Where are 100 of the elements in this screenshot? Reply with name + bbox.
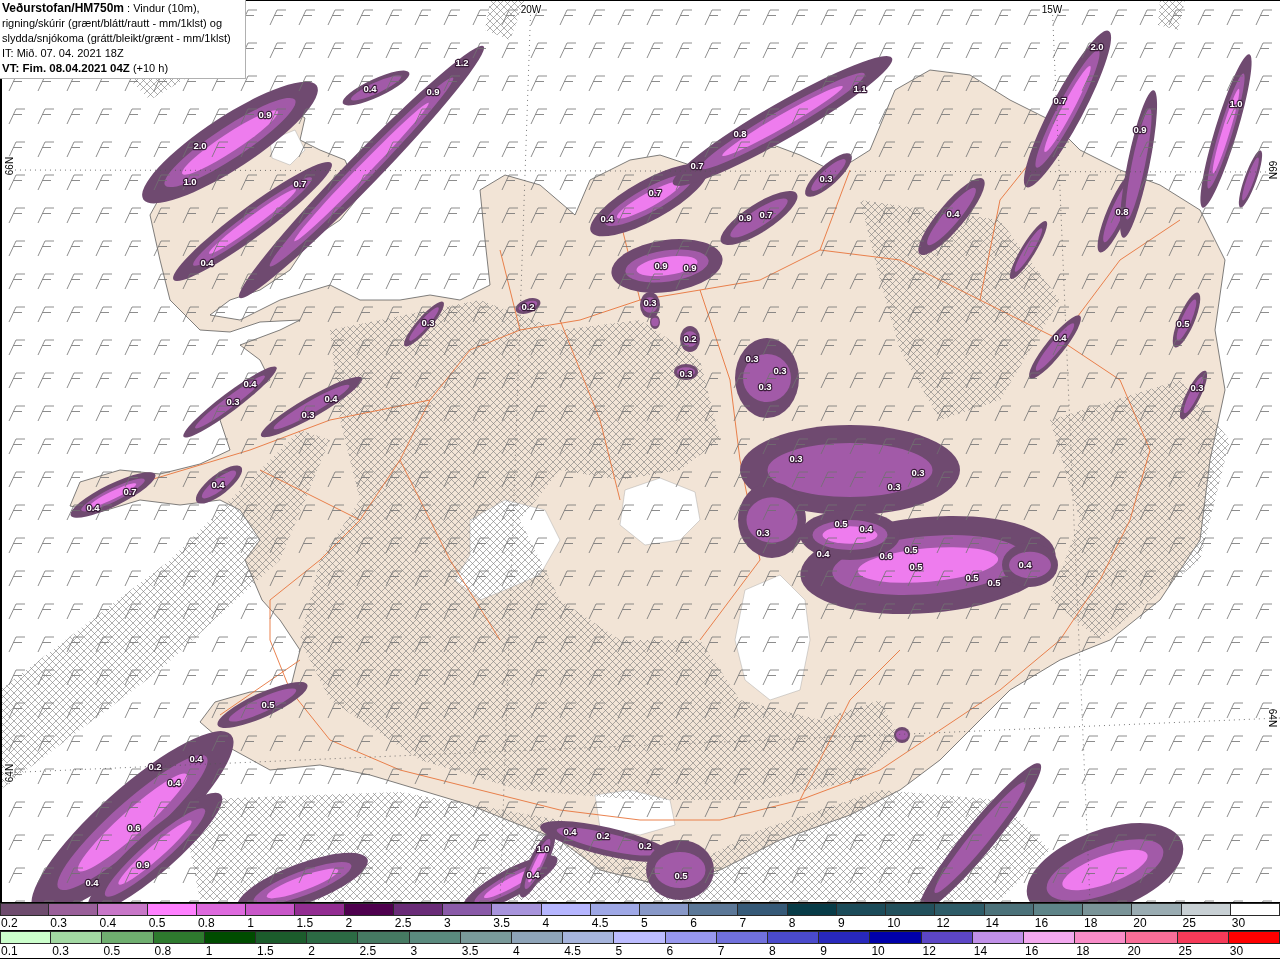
precipitation-value: 0.4 <box>243 377 257 389</box>
precipitation-value: 0.3 <box>421 316 435 328</box>
legend-label: 4.5 <box>590 916 609 930</box>
grid-label: 20W <box>520 3 542 15</box>
legend-label: 0.8 <box>196 916 215 930</box>
precipitation-value: 0.4 <box>211 478 225 490</box>
precipitation-value: 0.3 <box>1190 381 1204 393</box>
precipitation-value: 0.5 <box>904 543 918 555</box>
precipitation-value: 0.7 <box>690 159 704 171</box>
legend-label: 16 <box>1033 916 1049 930</box>
precipitation-value: 0.3 <box>911 466 925 478</box>
legend-label: 7 <box>716 944 725 958</box>
precipitation-value: 0.5 <box>834 517 848 529</box>
legend-label: 9 <box>819 944 827 958</box>
precipitation-value: 0.4 <box>200 256 214 268</box>
precipitation-value: 0.7 <box>123 485 137 497</box>
legend-label: 25 <box>1177 944 1192 958</box>
precipitation-value: 0.4 <box>167 776 181 788</box>
precipitation-value: 0.4 <box>86 501 100 513</box>
precipitation-value: 0.2 <box>521 300 535 312</box>
precipitation-value: 0.3 <box>887 480 901 492</box>
precipitation-value: 0.9 <box>258 108 272 120</box>
legend-label: 20 <box>1132 916 1147 930</box>
precipitation-value: 0.6 <box>127 821 141 833</box>
legend-label: 5 <box>640 916 648 930</box>
precipitation-value: 0.2 <box>596 829 610 841</box>
precipitation-value: 0.3 <box>819 172 833 184</box>
legend-label: 25 <box>1181 916 1196 930</box>
legend-label: 18 <box>1083 916 1098 930</box>
legend-label: 10 <box>870 944 885 958</box>
issue-time: IT: Mið. 07. 04. 2021 18Z <box>2 46 124 61</box>
precipitation-value: 0.5 <box>674 869 688 881</box>
precipitation-value: 0.9 <box>683 261 697 273</box>
precipitation-value: 0.3 <box>745 352 759 364</box>
precipitation-value: 0.3 <box>679 367 693 379</box>
legend-label: 4 <box>512 944 520 958</box>
grid-label: 64N <box>3 763 15 783</box>
precipitation-value: 0.5 <box>909 560 923 572</box>
legend-label: 0.2 <box>0 916 18 930</box>
precipitation-value: 1.2 <box>455 56 469 68</box>
legend-label: 2.5 <box>358 944 377 958</box>
legend-label: 3.5 <box>460 944 479 958</box>
legend-label: 8 <box>787 916 796 930</box>
legend-label: 2 <box>344 916 353 930</box>
precipitation-value: 0.9 <box>654 259 668 271</box>
precipitation-value: 0.2 <box>148 760 162 772</box>
precipitation-value: 0.4 <box>600 212 614 224</box>
legend-label: 4.5 <box>563 944 581 958</box>
legend-label: 0.5 <box>102 944 121 958</box>
precipitation-value: 0.3 <box>226 395 240 407</box>
legend-label: 1 <box>246 916 254 930</box>
precipitation-value: 0.8 <box>1115 205 1129 217</box>
precipitation-value: 0.6 <box>879 549 893 561</box>
precipitation-value: 2.0 <box>193 139 207 151</box>
legend-label: 30 <box>1228 944 1244 958</box>
precipitation-value: 0.4 <box>563 825 577 837</box>
precipitation-value: 0.8 <box>733 127 747 139</box>
legend-label: 1 <box>204 944 213 958</box>
legend-label: 16 <box>1024 944 1039 958</box>
precipitation-value: 0.3 <box>758 380 772 392</box>
legend-label: 0.8 <box>153 944 172 958</box>
valid-time: VT: Fim. 08.04.2021 04Z (+10 h) <box>2 61 169 76</box>
precipitation-value: 0.2 <box>683 332 697 344</box>
legend-label: 20 <box>1126 944 1141 958</box>
legend-label: 30 <box>1230 916 1246 930</box>
legend-label: 6 <box>689 916 697 930</box>
precipitation-value: 0.4 <box>1018 558 1032 570</box>
precipitation-value: 0.9 <box>426 85 440 97</box>
precipitation-value: 2.0 <box>1090 40 1104 52</box>
precipitation-value: 0.4 <box>189 752 203 764</box>
legend-label: 0.3 <box>49 916 67 930</box>
precipitation-value: 0.3 <box>643 296 657 308</box>
precipitation-value: 0.7 <box>1053 94 1067 106</box>
legend-label: 3.5 <box>492 916 510 930</box>
precipitation-value: 0.3 <box>301 408 315 420</box>
legend-label: 12 <box>921 944 936 958</box>
legend-label: 0.3 <box>51 944 69 958</box>
legend-label: 10 <box>886 916 901 930</box>
legend-label: 12 <box>935 916 950 930</box>
legend-label: 3 <box>409 944 418 958</box>
precipitation-value: 0.4 <box>1053 331 1067 343</box>
legend-label: 0.1 <box>0 944 18 958</box>
grid-label: 64N <box>1267 708 1279 728</box>
precipitation-value: 1.0 <box>183 175 197 187</box>
precipitation-value: 0.4 <box>324 392 338 404</box>
precipitation-value: 0.5 <box>965 571 979 583</box>
legend-label: 4 <box>541 916 550 930</box>
precipitation-value: 0.9 <box>738 211 752 223</box>
legend-label: 14 <box>984 916 999 930</box>
precipitation-value: 0.5 <box>1176 317 1190 329</box>
precipitation-value: 1.0 <box>536 842 550 854</box>
grid-label: 66N <box>3 156 15 176</box>
precipitation-value: 0.4 <box>816 547 830 559</box>
legend-label: 2 <box>307 944 315 958</box>
legend-label: 1.5 <box>256 944 274 958</box>
legend-label: 1.5 <box>295 916 314 930</box>
precipitation-value: 0.5 <box>987 576 1001 588</box>
precipitation-value: 0.7 <box>759 208 773 220</box>
legend-label: 2.5 <box>393 916 412 930</box>
legend-label: 7 <box>738 916 747 930</box>
